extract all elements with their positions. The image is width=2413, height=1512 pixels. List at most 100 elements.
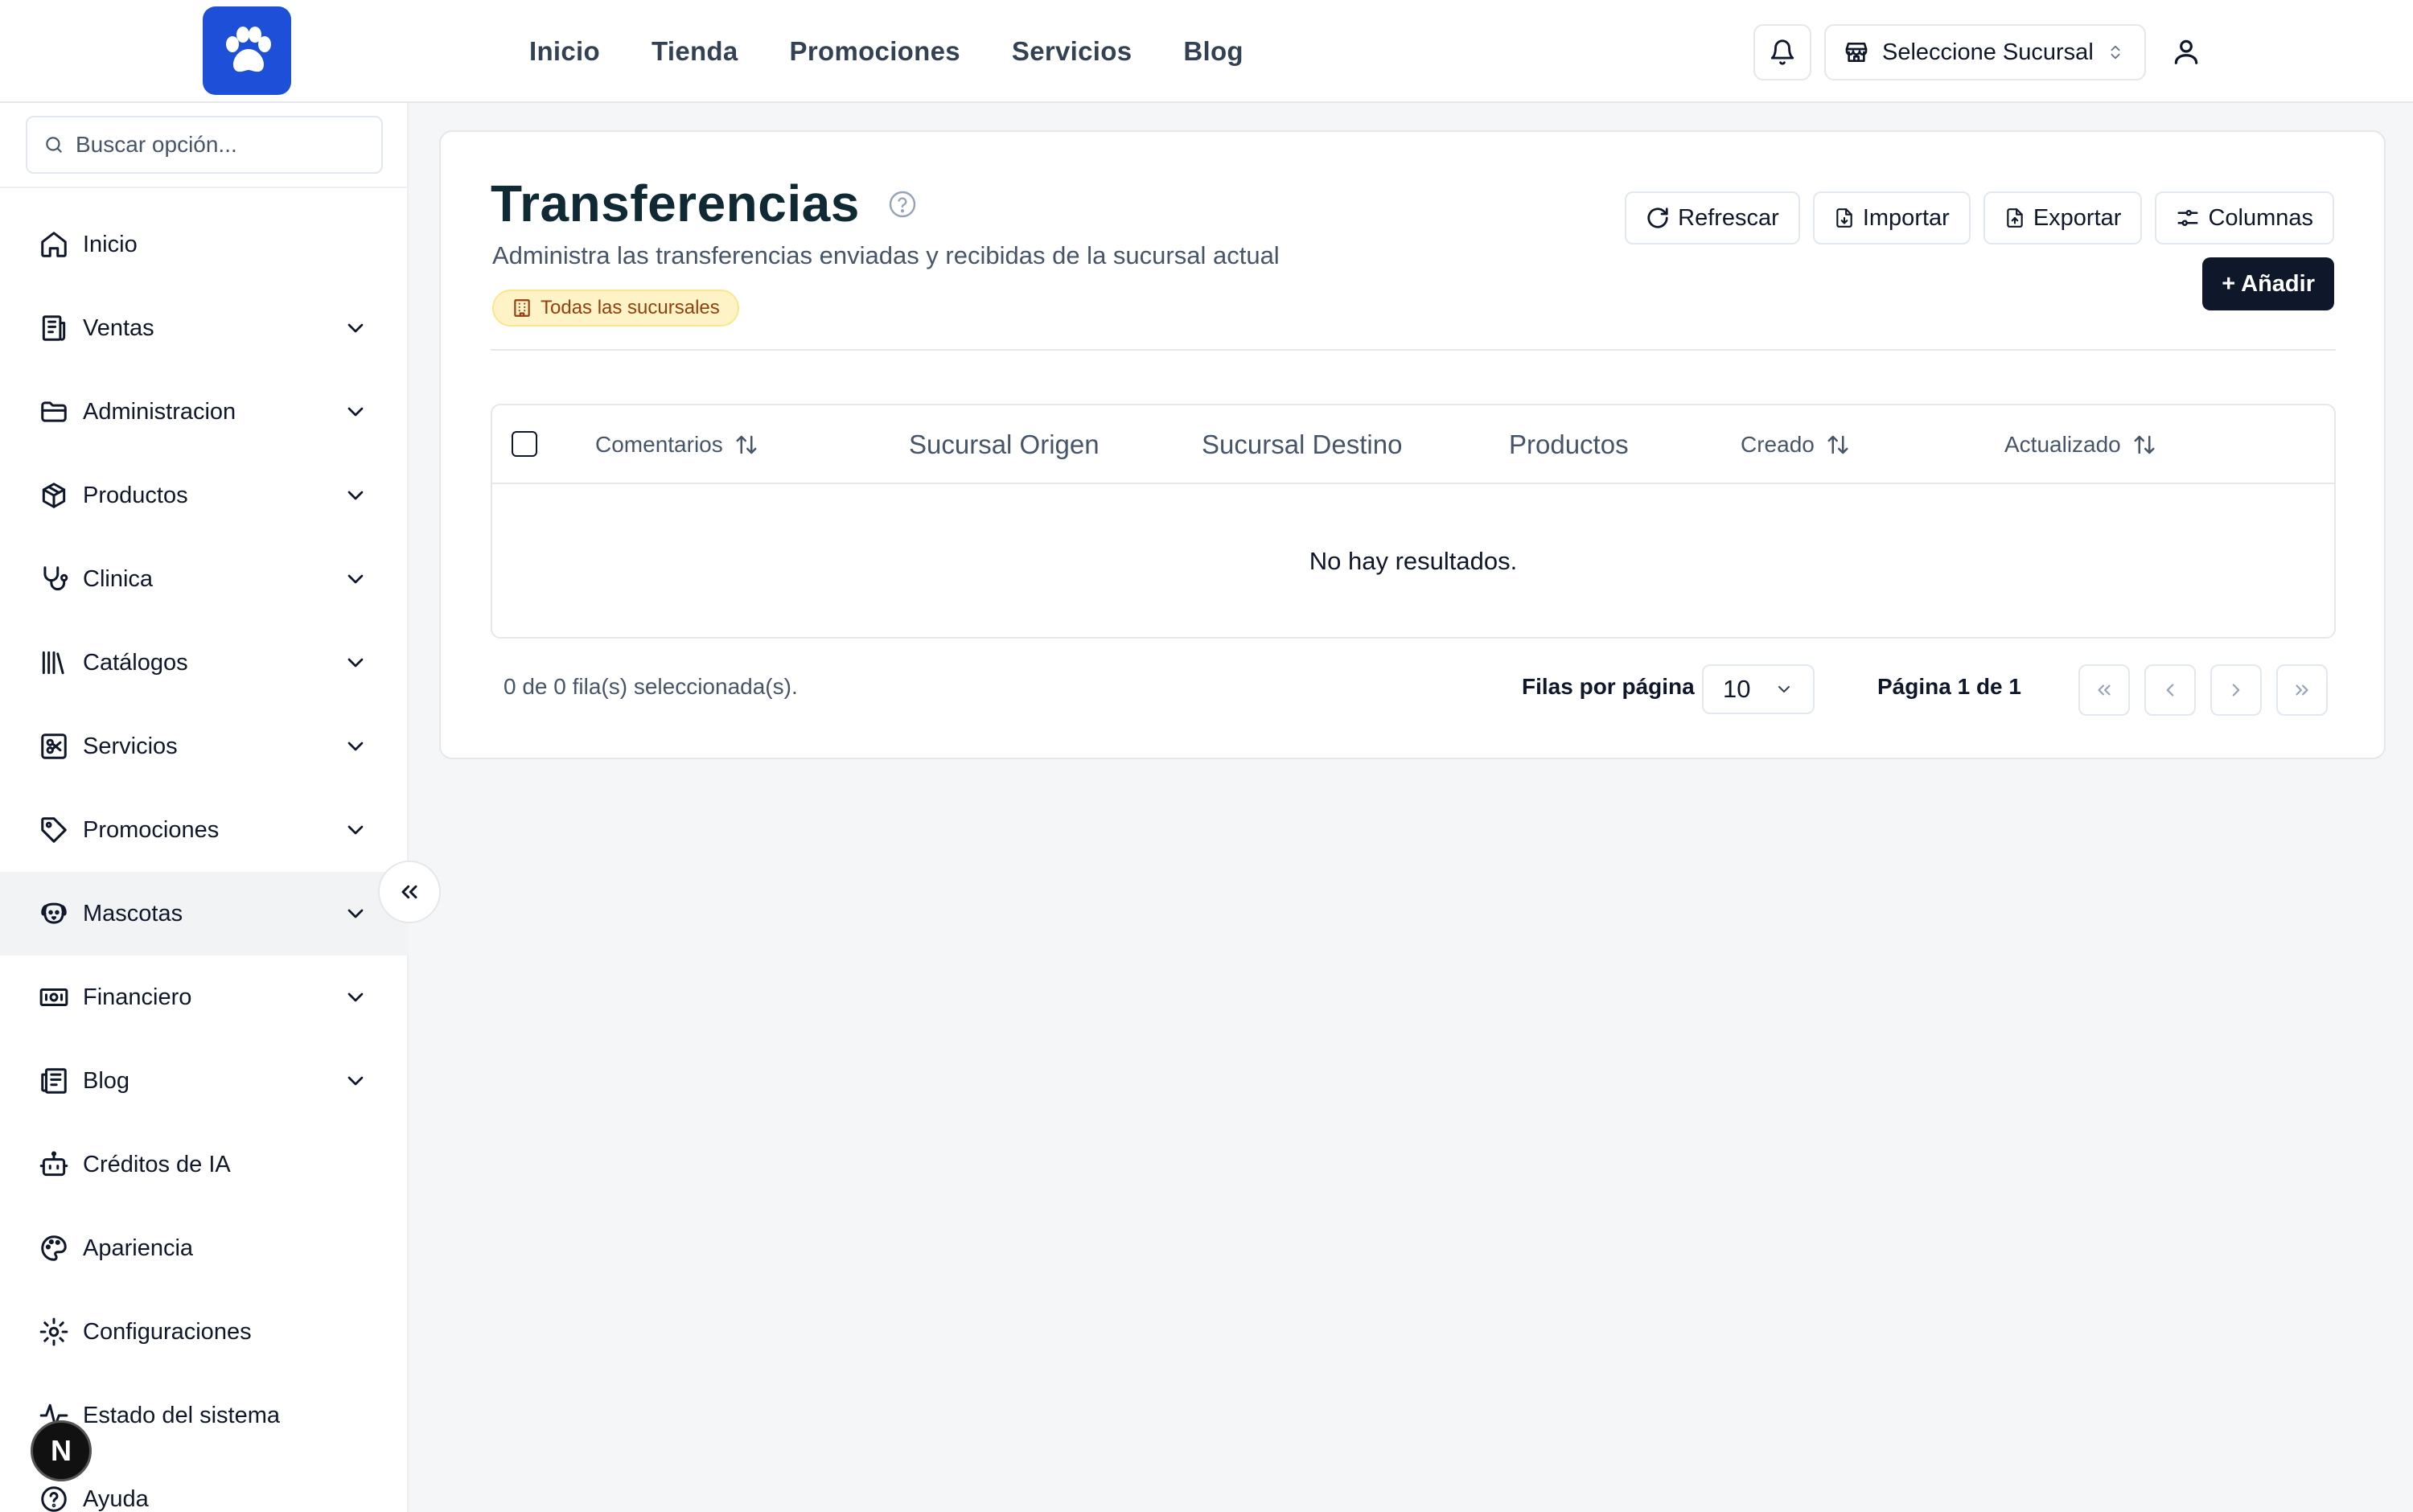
nav-tienda[interactable]: Tienda [652,36,738,67]
sidebar-item-label: Configuraciones [83,1318,252,1345]
folder-icon [38,396,70,428]
notifications-button[interactable] [1753,24,1811,80]
nav-inicio[interactable]: Inicio [529,36,600,67]
chevrons-left-icon [2098,684,2111,696]
library-icon [38,647,70,679]
receipt-icon [38,312,70,344]
dev-badge[interactable]: N [31,1420,92,1481]
chevron-down-icon [341,314,370,343]
paw-icon [226,27,271,72]
sidebar-item-label: Financiero [83,984,192,1010]
file-export-icon [2007,208,2023,228]
last-page-button[interactable] [2276,664,2328,716]
sidebar-item-productos[interactable]: Productos [0,454,409,537]
help-circle-icon[interactable] [888,190,917,219]
sidebar-item-label: Blog [83,1067,130,1094]
main-nav: Inicio Tienda Promociones Servicios Blog [529,0,1243,103]
sidebar-item-creditos-de-ia[interactable]: Créditos de IA [0,1123,409,1206]
user-menu-button[interactable] [2164,29,2209,74]
add-button[interactable]: + Añadir [2202,257,2334,310]
sidebar-item-label: Ventas [83,314,154,341]
sidebar-item-label: Promociones [83,816,220,843]
home-icon [38,228,70,261]
refresh-icon [1647,207,1668,228]
sidebar-item-label: Créditos de IA [83,1151,231,1177]
column-label: Actualizado [2004,432,2121,457]
page-title: Transferencias [491,175,860,232]
chevron-right-icon [2232,684,2240,696]
transfers-table: Comentarios Sucursal Origen Sucursal Des… [491,404,2336,639]
add-button-label: + Añadir [2222,270,2315,297]
sidebar-item-label: Apariencia [83,1235,194,1261]
sidebar-item-label: Productos [83,482,188,508]
column-label: Comentarios [595,432,723,457]
column-label: Productos [1509,429,1629,459]
page-info: Página 1 de 1 [1877,674,2021,699]
banknote-icon [38,981,70,1013]
sidebar-item-servicios[interactable]: Servicios [0,705,409,788]
sidebar-item-configuraciones[interactable]: Configuraciones [0,1290,409,1374]
first-page-button[interactable] [2078,664,2130,716]
sidebar-item-administracion[interactable]: Administracion [0,370,409,454]
sidebar-item-mascotas[interactable]: Mascotas [0,872,409,955]
chevron-down-icon [341,899,370,928]
column-creado[interactable]: Creado [1741,405,1850,484]
sidebar-item-ventas[interactable]: Ventas [0,286,409,370]
prev-page-button[interactable] [2144,664,2196,716]
sidebar-item-label: Administracion [83,398,236,425]
column-label: Sucursal Destino [1202,429,1403,459]
sidebar-item-inicio[interactable]: Inicio [0,203,409,286]
scope-badge: Todas las sucursales [492,290,739,327]
sidebar-item-label: Catálogos [83,649,188,676]
sort-icon [1827,435,1848,454]
tag-icon [38,814,70,846]
sidebar-item-blog[interactable]: Blog [0,1039,409,1123]
selection-count: 0 de 0 fila(s) seleccionada(s). [504,674,798,699]
export-button[interactable]: Exportar [1983,191,2143,244]
import-button[interactable]: Importar [1812,191,1971,244]
column-comentarios[interactable]: Comentarios [595,405,758,484]
select-all-checkbox[interactable] [512,431,537,457]
chevrons-right-icon [2296,684,2308,696]
columns-button[interactable]: Columnas [2155,191,2334,244]
gear-icon [38,1316,70,1348]
search-icon [46,137,62,153]
sidebar-item-label: Inicio [83,231,138,257]
brand-logo[interactable] [203,6,291,95]
scope-badge-label: Todas las sucursales [541,297,720,318]
refresh-button[interactable]: Refrescar [1625,191,1800,244]
import-button-label: Importar [1862,204,1950,231]
sidebar-menu: Inicio Ventas Administracion Productos Clini… [0,203,409,1512]
sidebar-item-promociones[interactable]: Promociones [0,788,409,872]
column-label: Creado [1741,432,1815,457]
sidebar-item-clinica[interactable]: Clinica [0,537,409,621]
collapse-sidebar-button[interactable] [378,861,441,923]
header-divider [491,349,2336,351]
sidebar-item-label: Ayuda [83,1485,149,1512]
column-sucursal-origen: Sucursal Origen [909,405,1100,484]
branch-selector[interactable]: Seleccione Sucursal [1824,24,2146,80]
table-header: Comentarios Sucursal Origen Sucursal Des… [492,405,2334,484]
sidebar: Inicio Ventas Administracion Productos Clini… [0,103,409,1512]
nav-servicios[interactable]: Servicios [1012,36,1132,67]
sidebar-item-catalogos[interactable]: Catálogos [0,621,409,705]
sidebar-divider [0,187,409,188]
chevron-down-icon [341,481,370,510]
sidebar-item-apariencia[interactable]: Apariencia [0,1206,409,1290]
nav-promociones[interactable]: Promociones [790,36,960,67]
column-sucursal-destino: Sucursal Destino [1202,405,1402,484]
next-page-button[interactable] [2210,664,2262,716]
sidebar-search-input[interactable] [76,132,365,158]
refresh-button-label: Refrescar [1678,204,1779,231]
rows-per-page-select[interactable]: 10 [1702,664,1815,714]
chevron-down-icon [341,565,370,594]
sort-icon [2134,435,2155,454]
chevron-down-icon [341,816,370,844]
column-actualizado[interactable]: Actualizado [2004,405,2156,484]
bot-icon [38,1148,70,1181]
chevron-down-icon [1778,686,1790,692]
nav-blog[interactable]: Blog [1183,36,1243,67]
scissors-icon [38,730,70,762]
sidebar-item-financiero[interactable]: Financiero [0,955,409,1039]
transfers-card: Transferencias Administra las transferen… [439,130,2386,759]
